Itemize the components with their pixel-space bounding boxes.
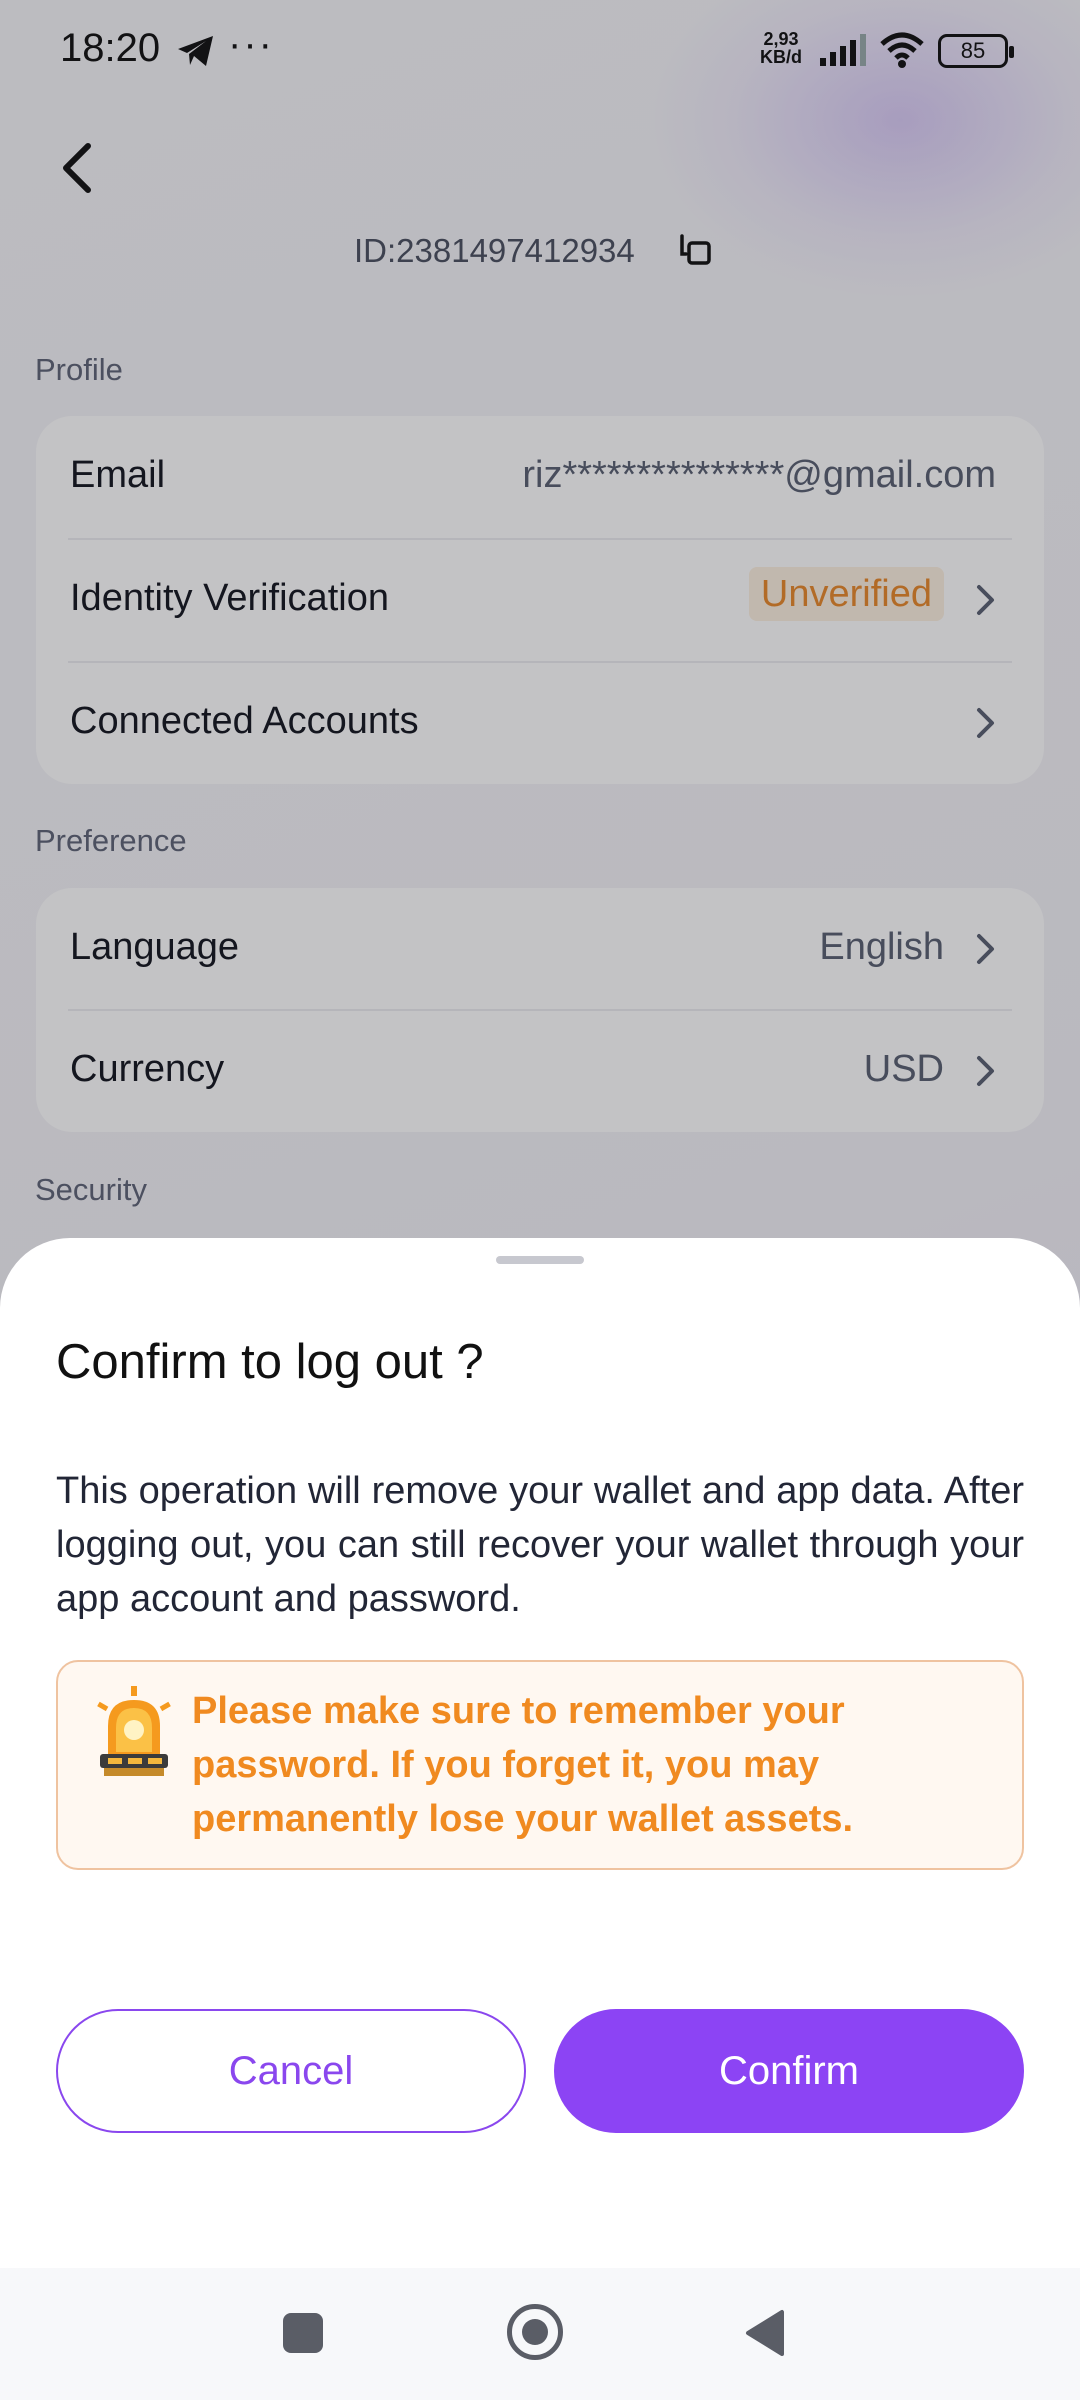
warning-box: Please make sure to remember your passwo… — [56, 1660, 1024, 1870]
confirm-button[interactable]: Confirm — [554, 2009, 1024, 2133]
back-triangle-icon[interactable] — [742, 2308, 788, 2358]
logout-bottom-sheet: Confirm to log out ? This operation will… — [0, 1238, 1080, 2400]
siren-alarm-icon — [97, 1686, 171, 1776]
recents-square-icon[interactable] — [283, 2313, 323, 2353]
system-navigation-bar — [0, 2268, 1080, 2400]
home-circle-icon[interactable] — [507, 2304, 563, 2360]
dialog-title: Confirm to log out ? — [56, 1335, 484, 1389]
sheet-drag-handle[interactable] — [496, 1256, 584, 1264]
cancel-button[interactable]: Cancel — [56, 2009, 526, 2133]
warning-text: Please make sure to remember your passwo… — [192, 1690, 854, 1840]
dialog-body-text: This operation will remove your wallet a… — [56, 1470, 1024, 1620]
